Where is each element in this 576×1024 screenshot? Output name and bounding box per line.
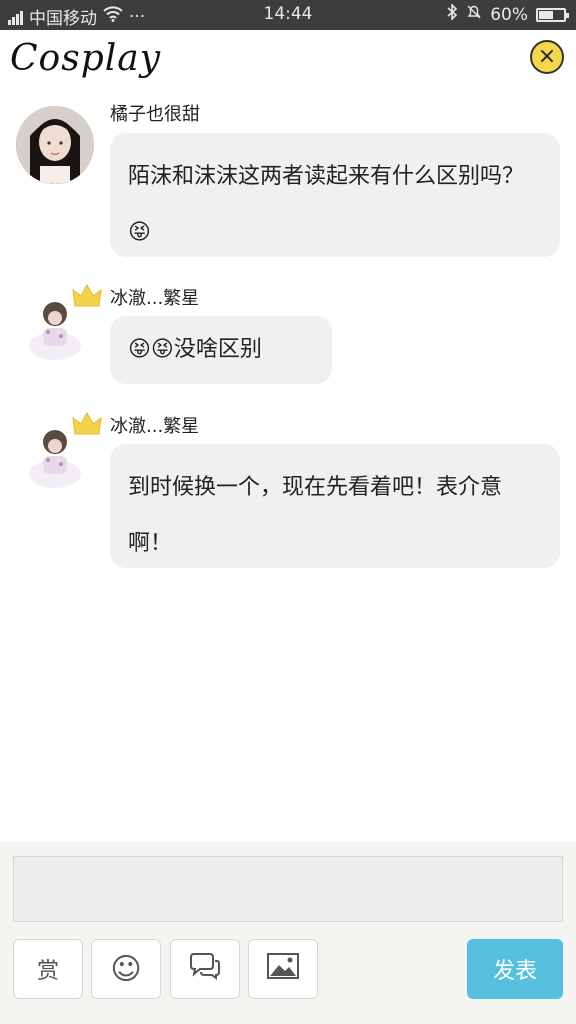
battery-icon xyxy=(536,7,569,22)
close-button[interactable]: × xyxy=(530,40,564,74)
message-bubble: 陌沫和沫沫这两者读起来有什么区别吗？😝 xyxy=(110,133,560,257)
emoji-icon: ☺ xyxy=(110,951,142,987)
mute-bell-icon xyxy=(466,4,482,25)
avatar[interactable] xyxy=(16,106,94,184)
emoji-button[interactable]: ☺ xyxy=(91,939,161,999)
battery-fill xyxy=(539,10,554,19)
image-icon xyxy=(266,952,300,986)
message-bubble: 😝😝没啥区别 xyxy=(110,316,332,384)
status-right: 60% xyxy=(446,3,569,25)
message-bubble: 到时候换一个，现在先看着吧！表介意啊！ xyxy=(110,444,560,568)
status-bar: 中国移动 ··· 14:44 60% xyxy=(0,0,576,30)
message-author[interactable]: 冰澈...繁星 xyxy=(110,412,199,438)
composer: 赏 ☺ 发表 xyxy=(0,842,576,1024)
close-icon: × xyxy=(537,44,557,69)
message-author[interactable]: 冰澈...繁星 xyxy=(110,284,199,310)
image-button[interactable] xyxy=(248,939,318,999)
send-button[interactable]: 发表 xyxy=(467,939,563,999)
send-label: 发表 xyxy=(492,959,537,984)
reward-label: 赏 xyxy=(36,959,59,984)
chat-bubble-icon xyxy=(188,952,222,986)
battery-percent: 60% xyxy=(490,4,528,25)
message-author[interactable]: 橘子也很甜 xyxy=(110,100,200,126)
reward-button[interactable]: 赏 xyxy=(13,939,83,999)
crown-icon xyxy=(72,282,102,310)
bluetooth-icon xyxy=(446,3,458,25)
chat-button[interactable] xyxy=(170,939,240,999)
crown-icon xyxy=(72,410,102,438)
reply-input[interactable] xyxy=(13,856,563,922)
header: Cosplay × xyxy=(0,30,576,92)
page-title: Cosplay xyxy=(10,38,162,79)
